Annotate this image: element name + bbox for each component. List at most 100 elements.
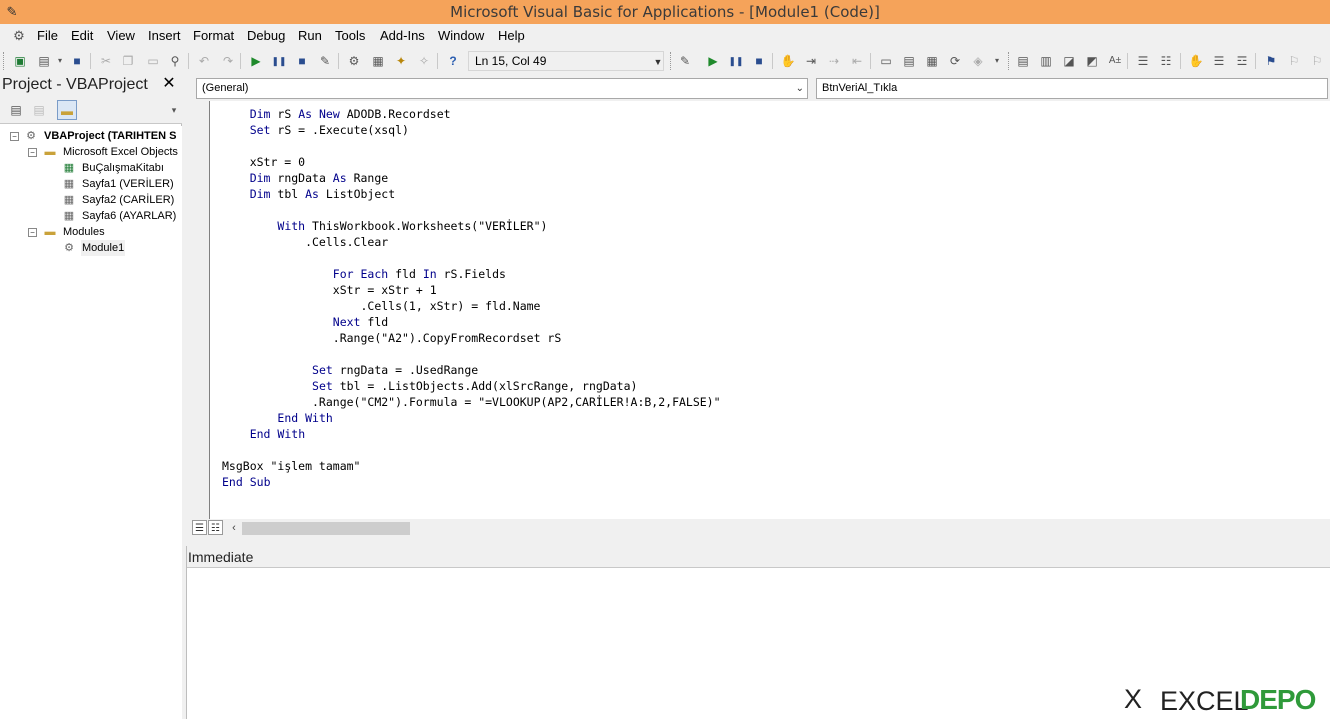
code-line[interactable]: [222, 346, 1322, 362]
outdent-icon[interactable]: ☷: [1157, 52, 1175, 70]
collapse-icon[interactable]: −: [10, 132, 19, 141]
step-out-icon[interactable]: ⇤: [848, 52, 866, 70]
tree-item[interactable]: ▦ BuÇalışmaKitabı: [0, 160, 182, 176]
step-into-icon[interactable]: ⇥: [802, 52, 820, 70]
undo-icon[interactable]: ↶: [195, 52, 213, 70]
procedure-view-icon[interactable]: ☰: [192, 520, 207, 535]
menu-window[interactable]: Window: [438, 28, 484, 43]
code-line[interactable]: xStr = 0: [222, 154, 1322, 170]
complete-word-icon[interactable]: A±: [1106, 52, 1124, 70]
list-constants-icon[interactable]: ▥: [1037, 52, 1055, 70]
collapse-icon[interactable]: −: [28, 228, 37, 237]
menu-file[interactable]: File: [37, 28, 58, 43]
menu-format[interactable]: Format: [193, 28, 234, 43]
reset-icon[interactable]: ■: [750, 52, 768, 70]
code-line[interactable]: End With: [222, 426, 1322, 442]
procedure-combo[interactable]: BtnVeriAl_Tıkla: [816, 78, 1328, 99]
step-over-icon[interactable]: ⇢: [825, 52, 843, 70]
code-line[interactable]: End Sub: [222, 474, 1322, 490]
toolbar-grip[interactable]: [670, 52, 673, 70]
redo-icon[interactable]: ↷: [219, 52, 237, 70]
code-line[interactable]: [222, 442, 1322, 458]
comment-block-icon[interactable]: ☰: [1210, 52, 1228, 70]
code-line[interactable]: End With: [222, 410, 1322, 426]
menu-run[interactable]: Run: [298, 28, 322, 43]
view-code-icon[interactable]: ▤: [6, 100, 26, 120]
pane-splitter[interactable]: [186, 537, 1330, 546]
code-line[interactable]: [222, 250, 1322, 266]
object-browser-icon[interactable]: ✦: [392, 52, 410, 70]
tree-item[interactable]: ▦ Sayfa6 (AYARLAR): [0, 208, 182, 224]
tree-item[interactable]: − ⚙ VBAProject (TARIHTEN S: [0, 128, 182, 144]
chevron-down-icon[interactable]: ▾: [168, 100, 180, 120]
locals-window-icon[interactable]: ▭: [877, 52, 895, 70]
previous-bookmark-icon[interactable]: ⚐: [1308, 52, 1326, 70]
toggle-breakpoint-icon[interactable]: ✋: [779, 52, 797, 70]
code-line[interactable]: For Each fld In rS.Fields: [222, 266, 1322, 282]
full-module-view-icon[interactable]: ☷: [208, 520, 223, 535]
menu-view[interactable]: View: [107, 28, 135, 43]
design-mode-icon[interactable]: ✎: [316, 52, 334, 70]
scroll-left-icon[interactable]: ‹: [228, 520, 240, 536]
design-mode-icon[interactable]: ✎: [676, 52, 694, 70]
object-combo[interactable]: (General) ⌄: [196, 78, 808, 99]
break-icon[interactable]: ❚❚: [270, 52, 288, 70]
code-line[interactable]: Set rS = .Execute(xsql): [222, 122, 1322, 138]
toggle-breakpoint-icon[interactable]: ✋: [1187, 52, 1205, 70]
code-line[interactable]: .Cells(1, xStr) = fld.Name: [222, 298, 1322, 314]
chevron-down-icon[interactable]: ⌄: [796, 79, 804, 98]
toolbox-icon[interactable]: ✧: [415, 52, 433, 70]
watch-window-icon[interactable]: ▦: [923, 52, 941, 70]
break-icon[interactable]: ❚❚: [727, 52, 745, 70]
tree-item[interactable]: ▦ Sayfa2 (CARİLER): [0, 192, 182, 208]
run-icon[interactable]: ▶: [704, 52, 722, 70]
code-line[interactable]: .Range("A2").CopyFromRecordset rS: [222, 330, 1322, 346]
quick-watch-icon[interactable]: ⟳: [946, 52, 964, 70]
code-line[interactable]: Dim tbl As ListObject: [222, 186, 1322, 202]
code-line[interactable]: Set rngData = .UsedRange: [222, 362, 1322, 378]
tree-item[interactable]: ▦ Sayfa1 (VERİLER): [0, 176, 182, 192]
code-line[interactable]: Next fld: [222, 314, 1322, 330]
code-line[interactable]: Set tbl = .ListObjects.Add(xlSrcRange, r…: [222, 378, 1322, 394]
find-icon[interactable]: ⚲: [166, 52, 184, 70]
code-line[interactable]: [222, 202, 1322, 218]
horizontal-scrollbar-thumb[interactable]: [242, 522, 410, 535]
call-stack-icon[interactable]: ◈: [969, 52, 987, 70]
save-icon[interactable]: ■: [68, 52, 86, 70]
insert-dropdown-icon[interactable]: ▾: [51, 52, 69, 70]
code-line[interactable]: [222, 138, 1322, 154]
menu-tools[interactable]: Tools: [335, 28, 365, 43]
reset-icon[interactable]: ■: [293, 52, 311, 70]
code-line[interactable]: .Cells.Clear: [222, 234, 1322, 250]
toolbar-grip[interactable]: [1008, 52, 1011, 70]
tree-item[interactable]: − ▬ Modules: [0, 224, 182, 240]
chevron-down-icon[interactable]: ▼: [652, 51, 664, 71]
next-bookmark-icon[interactable]: ⚐: [1285, 52, 1303, 70]
code-editor[interactable]: Dim rS As New ADODB.Recordset Set rS = .…: [188, 101, 1330, 519]
parameter-info-icon[interactable]: ◩: [1083, 52, 1101, 70]
cut-icon[interactable]: ✂: [97, 52, 115, 70]
menu-help[interactable]: Help: [498, 28, 525, 43]
menu-insert[interactable]: Insert: [148, 28, 181, 43]
code-margin[interactable]: [188, 101, 210, 519]
tree-item[interactable]: ⚙ Module1: [0, 240, 182, 256]
toolbar-overflow-icon[interactable]: ▾: [988, 52, 1006, 70]
project-explorer-icon[interactable]: ⚙: [345, 52, 363, 70]
menu-debug[interactable]: Debug: [247, 28, 285, 43]
code-line[interactable]: Dim rS As New ADODB.Recordset: [222, 106, 1322, 122]
indent-icon[interactable]: ☰: [1134, 52, 1152, 70]
code-line[interactable]: Dim rngData As Range: [222, 170, 1322, 186]
properties-icon[interactable]: ▦: [369, 52, 387, 70]
menu-add-ins[interactable]: Add-Ins: [380, 28, 425, 43]
view-object-icon[interactable]: ▤: [29, 100, 49, 120]
module-icon[interactable]: ⚙: [10, 27, 28, 45]
excel-view-icon[interactable]: ▣: [11, 52, 29, 70]
run-icon[interactable]: ▶: [247, 52, 265, 70]
code-line[interactable]: xStr = xStr + 1: [222, 282, 1322, 298]
list-properties-icon[interactable]: ▤: [1014, 52, 1032, 70]
toolbar-grip[interactable]: [3, 52, 6, 70]
menu-edit[interactable]: Edit: [71, 28, 93, 43]
help-icon[interactable]: ?: [444, 52, 462, 70]
code-line[interactable]: .Range("CM2").Formula = "=VLOOKUP(AP2,CA…: [222, 394, 1322, 410]
code-line[interactable]: With ThisWorkbook.Worksheets("VERİLER"): [222, 218, 1322, 234]
